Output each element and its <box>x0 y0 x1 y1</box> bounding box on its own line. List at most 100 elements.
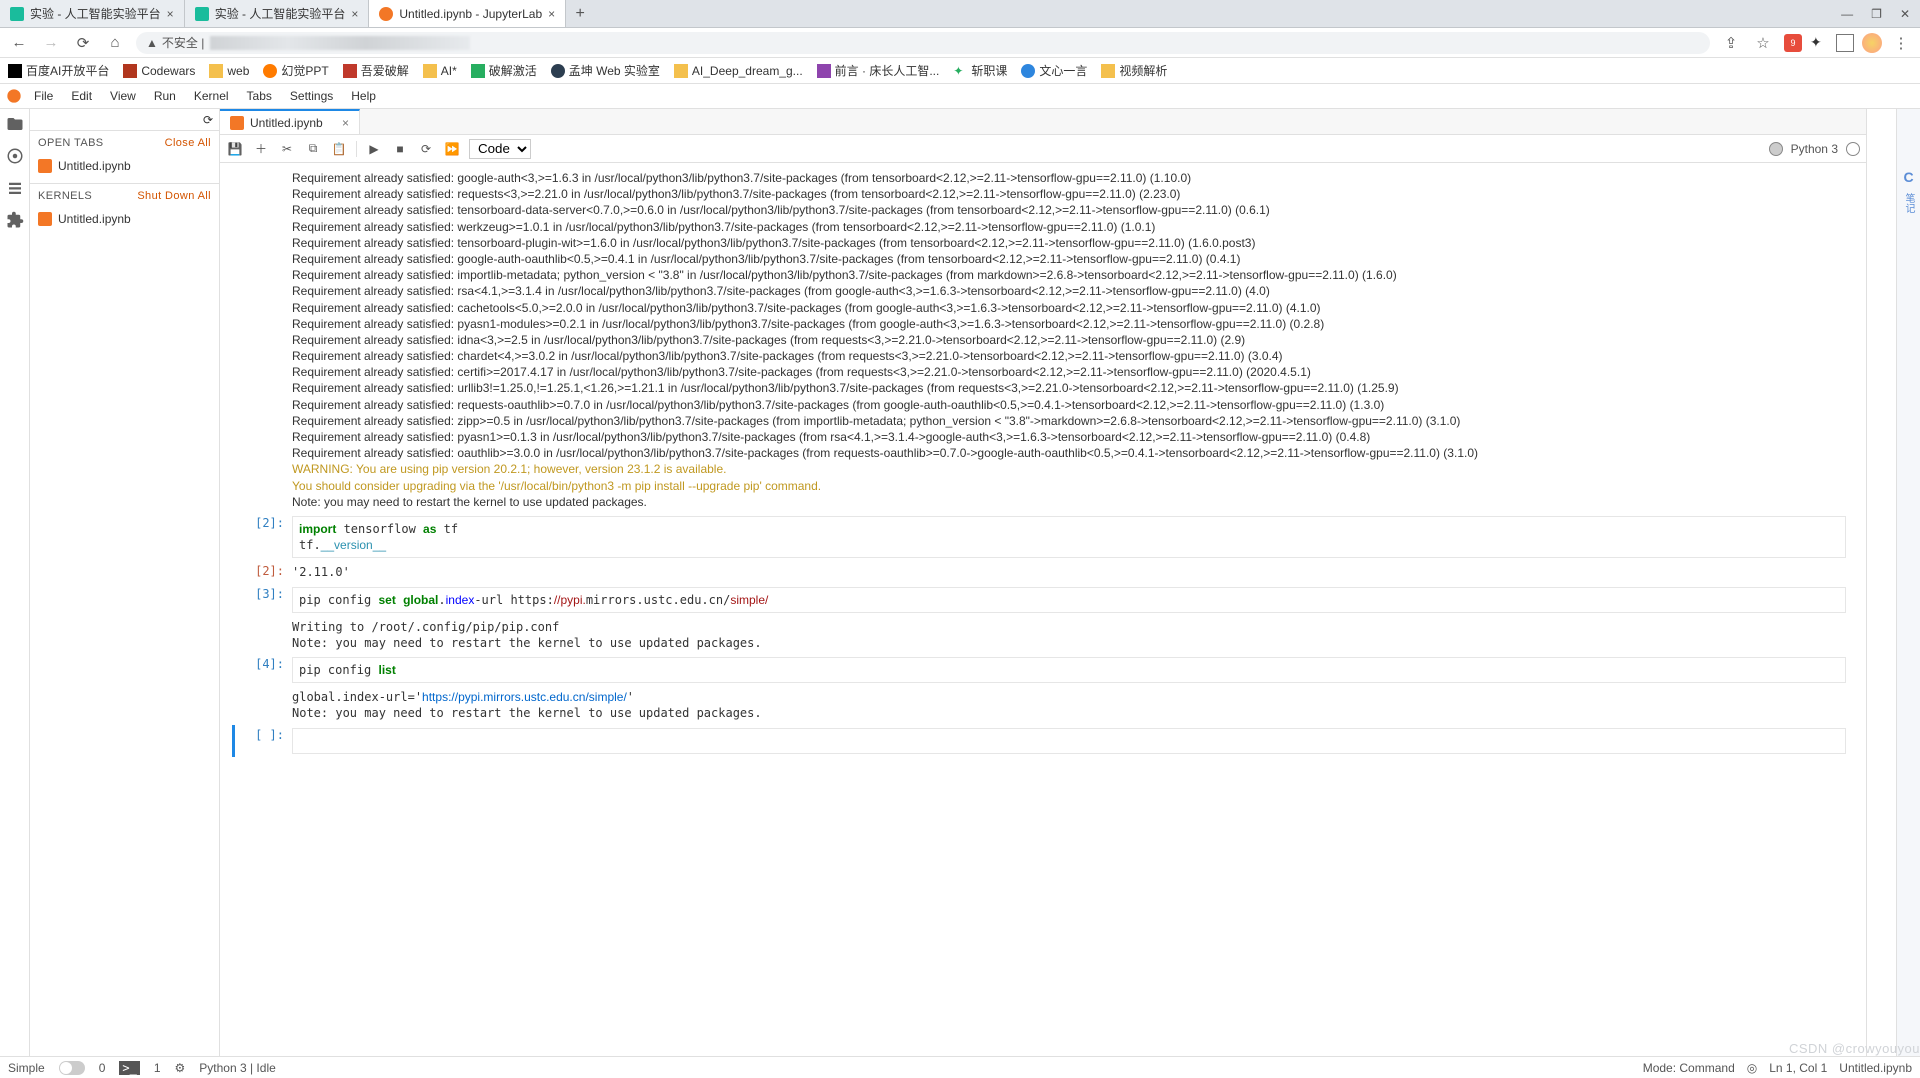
maximize-icon[interactable]: ❐ <box>1871 7 1882 21</box>
notification-icon[interactable]: ◎ <box>1747 1061 1757 1075</box>
close-all-button[interactable]: Close All <box>165 137 211 149</box>
star-icon[interactable]: ☆ <box>1752 34 1774 52</box>
menu-edit[interactable]: Edit <box>63 85 100 107</box>
kernel-file[interactable]: Untitled.ipynb <box>30 208 219 230</box>
kernel-name[interactable]: Python 3 <box>1791 142 1838 156</box>
commands-icon[interactable] <box>6 179 24 197</box>
menu-help[interactable]: Help <box>343 85 384 107</box>
run-icon[interactable]: ▶ <box>365 140 383 158</box>
bookmark-item[interactable]: web <box>209 64 249 78</box>
forward-button[interactable]: → <box>40 34 62 51</box>
menu-settings[interactable]: Settings <box>282 85 341 107</box>
kernels-header: KERNELS Shut Down All <box>30 183 219 208</box>
cell-type-select[interactable]: Code <box>469 139 531 159</box>
bookmark-item[interactable]: AI_Deep_dream_g... <box>674 64 803 78</box>
fastforward-icon[interactable]: ⏩ <box>443 140 461 158</box>
cut-icon[interactable]: ✂ <box>278 140 296 158</box>
simple-toggle[interactable] <box>59 1061 85 1075</box>
output-cell-4: global.index-url='https://pypi.mirrors.u… <box>232 686 1846 724</box>
code-cell-4[interactable]: [4]: pip config list <box>232 654 1846 686</box>
code-cell-2[interactable]: [2]: import tensorflow as tf tf.__versio… <box>232 513 1846 561</box>
bookmark-icon <box>263 64 277 78</box>
bookmark-item[interactable]: 视频解析 <box>1101 62 1167 79</box>
paste-icon[interactable]: 📋 <box>330 140 348 158</box>
home-button[interactable]: ⌂ <box>104 34 126 51</box>
bookmark-icon <box>123 64 137 78</box>
menu-view[interactable]: View <box>102 85 144 107</box>
terminal-icon[interactable]: >_ <box>119 1061 139 1075</box>
prompt: [4]: <box>232 657 292 683</box>
notebook-icon <box>230 116 244 130</box>
close-icon[interactable]: × <box>342 116 349 130</box>
status-bar: Simple 0 >_ 1 ⚙ Python 3 | Idle Mode: Co… <box>0 1056 1920 1078</box>
bookmark-icon <box>551 64 565 78</box>
menu-tabs[interactable]: Tabs <box>239 85 280 107</box>
ext-red-icon[interactable]: 9 <box>1784 34 1802 52</box>
restart-icon[interactable]: ⟳ <box>417 140 435 158</box>
refresh-filebrowser[interactable]: ⟳ <box>30 109 219 131</box>
bookmark-item[interactable]: 百度AI开放平台 <box>8 62 109 79</box>
menu-kernel[interactable]: Kernel <box>186 85 237 107</box>
output-text: '2.11.0' <box>292 564 1846 580</box>
close-icon[interactable]: × <box>167 7 174 21</box>
bookmark-item[interactable]: 前言 · 床长人工智... <box>817 62 940 79</box>
extensions: 9 ✦ ⋮ <box>1784 33 1912 53</box>
code-input[interactable] <box>292 728 1846 754</box>
shutdown-all-button[interactable]: Shut Down All <box>137 190 211 202</box>
folder-icon <box>1101 64 1115 78</box>
menu-file[interactable]: File <box>26 85 61 107</box>
prompt: [3]: <box>232 587 292 613</box>
insecure-text: 不安全 | <box>162 34 204 51</box>
copy-icon[interactable]: ⧉ <box>304 140 322 158</box>
status-kernel[interactable]: Python 3 | Idle <box>199 1061 276 1075</box>
close-window-icon[interactable]: ✕ <box>1900 7 1910 21</box>
tab-label: Untitled.ipynb - JupyterLab <box>399 7 542 21</box>
new-tab-button[interactable]: + <box>566 0 594 27</box>
profile-avatar[interactable] <box>1862 33 1882 53</box>
stop-icon[interactable]: ■ <box>391 140 409 158</box>
bookmark-item[interactable]: 孟坤 Web 实验室 <box>551 62 660 79</box>
side-notes-panel[interactable]: C 笔记 <box>1896 109 1920 1056</box>
running-icon[interactable] <box>6 147 24 165</box>
back-button[interactable]: ← <box>8 34 30 51</box>
minimize-icon[interactable]: — <box>1841 7 1853 21</box>
menu-run[interactable]: Run <box>146 85 184 107</box>
insecure-icon: ▲ <box>146 36 158 50</box>
code-cell-3[interactable]: [3]: pip config set global.index-url htt… <box>232 584 1846 616</box>
save-icon[interactable]: 💾 <box>226 140 244 158</box>
out-prompt <box>232 689 292 721</box>
folder-icon[interactable] <box>6 115 24 133</box>
code-input[interactable]: pip config list <box>292 657 1846 683</box>
share-icon[interactable]: ⇪ <box>1720 34 1742 52</box>
bookmark-item[interactable]: Codewars <box>123 64 195 78</box>
output-text: global.index-url='https://pypi.mirrors.u… <box>292 689 1846 721</box>
doc-tab[interactable]: Untitled.ipynb × <box>220 109 360 134</box>
bookmark-item[interactable]: 破解激活 <box>471 62 537 79</box>
bookmark-item[interactable]: ✦斩职课 <box>953 62 1007 79</box>
reload-button[interactable]: ⟳ <box>72 34 94 52</box>
url-blurred <box>210 36 470 50</box>
code-input[interactable]: pip config set global.index-url https://… <box>292 587 1846 613</box>
code-cell-5[interactable]: [ ]: <box>232 725 1846 757</box>
extensions-icon[interactable]: ✦ <box>1810 34 1828 52</box>
extension-icon[interactable] <box>6 211 24 229</box>
settings-icon[interactable]: ⚙ <box>175 1061 186 1075</box>
browser-tab-0[interactable]: 实验 - 人工智能实验平台 × <box>0 0 185 27</box>
bookmark-item[interactable]: 文心一言 <box>1021 62 1087 79</box>
close-icon[interactable]: × <box>548 7 555 21</box>
browser-tabstrip: 实验 - 人工智能实验平台 × 实验 - 人工智能实验平台 × Untitled… <box>0 0 1920 28</box>
bookmark-item[interactable]: 幻觉PPT <box>263 62 328 79</box>
bookmark-item[interactable]: AI* <box>423 64 457 78</box>
omnibox[interactable]: ▲ 不安全 | <box>136 32 1710 54</box>
bookmark-item[interactable]: 吾爱破解 <box>343 62 409 79</box>
close-icon[interactable]: × <box>351 7 358 21</box>
favicon <box>195 7 209 21</box>
notebook-body[interactable]: Requirement already satisfied: google-au… <box>220 163 1866 1056</box>
browser-tab-1[interactable]: 实验 - 人工智能实验平台 × <box>185 0 370 27</box>
browser-tab-2[interactable]: Untitled.ipynb - JupyterLab × <box>369 0 566 27</box>
open-tab-file[interactable]: Untitled.ipynb <box>30 155 219 177</box>
add-cell-icon[interactable]: ＋ <box>252 140 270 158</box>
sidepanel-icon[interactable] <box>1836 34 1854 52</box>
code-input[interactable]: import tensorflow as tf tf.__version__ <box>292 516 1846 558</box>
kebab-icon[interactable]: ⋮ <box>1890 34 1912 52</box>
